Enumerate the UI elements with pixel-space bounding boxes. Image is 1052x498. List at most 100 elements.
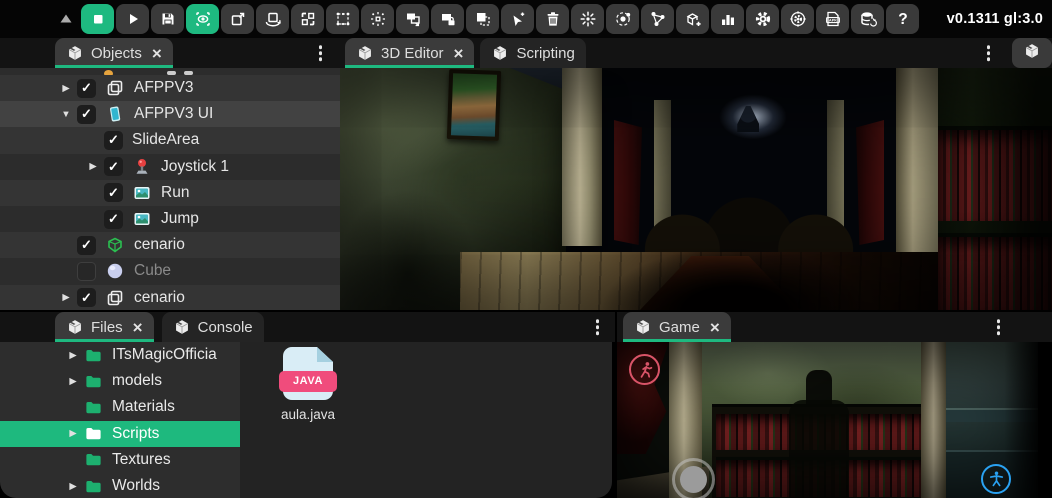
tab-objects[interactable]: Objects×: [55, 38, 173, 68]
joystick-knob[interactable]: [680, 466, 707, 493]
visibility-checkbox[interactable]: ✓: [77, 79, 96, 98]
tab-editor3d[interactable]: 3D Editor×: [345, 38, 474, 68]
close-icon[interactable]: ×: [152, 45, 162, 62]
expand-expand-icon[interactable]: ▶: [55, 83, 77, 94]
touch-mode-tool-button[interactable]: [501, 4, 534, 34]
play-icon: [123, 9, 143, 29]
files-tree[interactable]: ▶ ITsMagicOfficia ▶modelsMaterials▶Scripts…: [0, 342, 240, 498]
svg-text:APK: APK: [828, 18, 836, 23]
close-icon[interactable]: ×: [710, 319, 720, 336]
tab-scripting[interactable]: Scripting: [480, 38, 585, 68]
virtual-joystick[interactable]: [672, 458, 715, 498]
visibility-checkbox[interactable]: ✓: [77, 105, 96, 124]
visibility-checkbox[interactable]: ✓: [104, 183, 123, 202]
folder-row[interactable]: ▶models: [0, 368, 240, 394]
scale-tool-button[interactable]: [291, 4, 324, 34]
close-icon[interactable]: ×: [454, 45, 464, 62]
box-icon: [173, 318, 191, 336]
play-button[interactable]: [116, 4, 149, 34]
run-indicator-button[interactable]: [629, 354, 660, 385]
tab-files[interactable]: Files ×: [55, 312, 154, 342]
panel-collapse-button[interactable]: [52, 4, 79, 34]
editor-panel-menu-icon[interactable]: [983, 41, 995, 65]
pivot-tool-button[interactable]: [361, 4, 394, 34]
visibility-checkbox[interactable]: [77, 262, 96, 281]
object-label: AFPPV3 UI: [134, 105, 213, 123]
folder-label: ITsMagicOfficia: [112, 346, 217, 364]
tab-console[interactable]: Console: [162, 312, 264, 342]
object-row[interactable]: ▶✓cenario: [0, 285, 340, 311]
object-row[interactable]: ✓SlideArea: [0, 127, 340, 153]
translate-tool-button[interactable]: [221, 4, 254, 34]
sprite-icon: [132, 209, 152, 229]
help-icon: ?: [893, 9, 913, 29]
java-file-icon: JAVA: [283, 347, 333, 400]
apk-icon: APK: [823, 9, 843, 29]
lock-object-tool-button[interactable]: [431, 4, 464, 34]
object-label: cenario: [134, 236, 185, 254]
save-button[interactable]: [151, 4, 184, 34]
accessibility-button[interactable]: [981, 464, 1011, 494]
file-item[interactable]: JAVAaula.java: [262, 347, 354, 422]
visibility-checkbox[interactable]: ✓: [77, 236, 96, 255]
object-row[interactable]: Cube: [0, 258, 340, 284]
visibility-checkbox[interactable]: ✓: [104, 131, 123, 150]
3d-editor-viewport[interactable]: [340, 68, 1052, 310]
object-row[interactable]: ✓Jump: [0, 206, 340, 232]
panel-cube-button[interactable]: [1012, 38, 1052, 68]
settings-button[interactable]: [746, 4, 779, 34]
object-row[interactable]: ✓Run: [0, 180, 340, 206]
eye-icon: [193, 9, 213, 29]
tab-label: Files: [91, 319, 123, 336]
export-apk-button[interactable]: APK: [816, 4, 849, 34]
game-panel-menu-icon[interactable]: [993, 315, 1005, 339]
objects-panel-menu-icon[interactable]: [315, 41, 327, 65]
visibility-checkbox[interactable]: ✓: [104, 157, 123, 176]
visibility-checkbox[interactable]: ✓: [77, 288, 96, 307]
lock-object-icon: [438, 9, 458, 29]
folder-row[interactable]: ▶Worlds: [0, 473, 240, 498]
light-flare-button[interactable]: [571, 4, 604, 34]
visibility-checkbox[interactable]: ✓: [104, 210, 123, 229]
close-icon[interactable]: ×: [133, 319, 143, 336]
rotate-tool-button[interactable]: [256, 4, 289, 34]
clipped-tree-row: [0, 68, 340, 75]
orbit-view-button[interactable]: [606, 4, 639, 34]
stop-button[interactable]: [81, 4, 114, 34]
object-row[interactable]: ▶✓AFPPV3: [0, 75, 340, 101]
files-grid[interactable]: JAVAaula.java: [240, 342, 612, 498]
object-row[interactable]: ✓ cenario: [0, 232, 340, 258]
folder-row[interactable]: ▶ ITsMagicOfficia: [0, 342, 240, 368]
scene-visibility-button[interactable]: [186, 4, 219, 34]
objects-hierarchy-panel[interactable]: ▶✓AFPPV3▼✓AFPPV3 UI✓SlideArea▶✓Joystick …: [0, 68, 340, 310]
node-graph-button[interactable]: [641, 4, 674, 34]
help-button[interactable]: ?: [886, 4, 919, 34]
files-panel-menu-icon[interactable]: [592, 315, 604, 339]
expand-icon[interactable]: ▶: [62, 428, 84, 439]
gear-icon: [753, 9, 773, 29]
expand-icon[interactable]: ▶: [62, 481, 84, 492]
folder-row[interactable]: Materials: [0, 394, 240, 420]
stop-icon: [88, 9, 108, 29]
expand-collapse-icon[interactable]: ▼: [55, 109, 77, 120]
object-row[interactable]: ▶✓Joystick 1: [0, 154, 340, 180]
game-viewport[interactable]: [617, 342, 1038, 498]
delete-object-button[interactable]: [536, 4, 569, 34]
build-settings-button[interactable]: [781, 4, 814, 34]
bring-forward-tool-button[interactable]: [396, 4, 429, 34]
statistics-button[interactable]: [711, 4, 744, 34]
joystick-icon: [132, 157, 152, 177]
rect-select-tool-button[interactable]: [326, 4, 359, 34]
expand-expand-icon[interactable]: ▶: [55, 292, 77, 303]
folder-row[interactable]: ▶Scripts: [0, 421, 240, 447]
expand-expand-icon[interactable]: ▶: [82, 161, 104, 172]
duplicate-tool-button[interactable]: [466, 4, 499, 34]
tab-game[interactable]: Game×: [623, 312, 731, 342]
add-cube-icon: [683, 9, 703, 29]
object-row[interactable]: ▼✓ AFPPV3 UI: [0, 101, 340, 127]
expand-icon[interactable]: ▶: [62, 376, 84, 387]
database-sync-button[interactable]: [851, 4, 884, 34]
add-object-button[interactable]: [676, 4, 709, 34]
expand-icon[interactable]: ▶: [62, 350, 84, 361]
folder-row[interactable]: Textures: [0, 447, 240, 473]
